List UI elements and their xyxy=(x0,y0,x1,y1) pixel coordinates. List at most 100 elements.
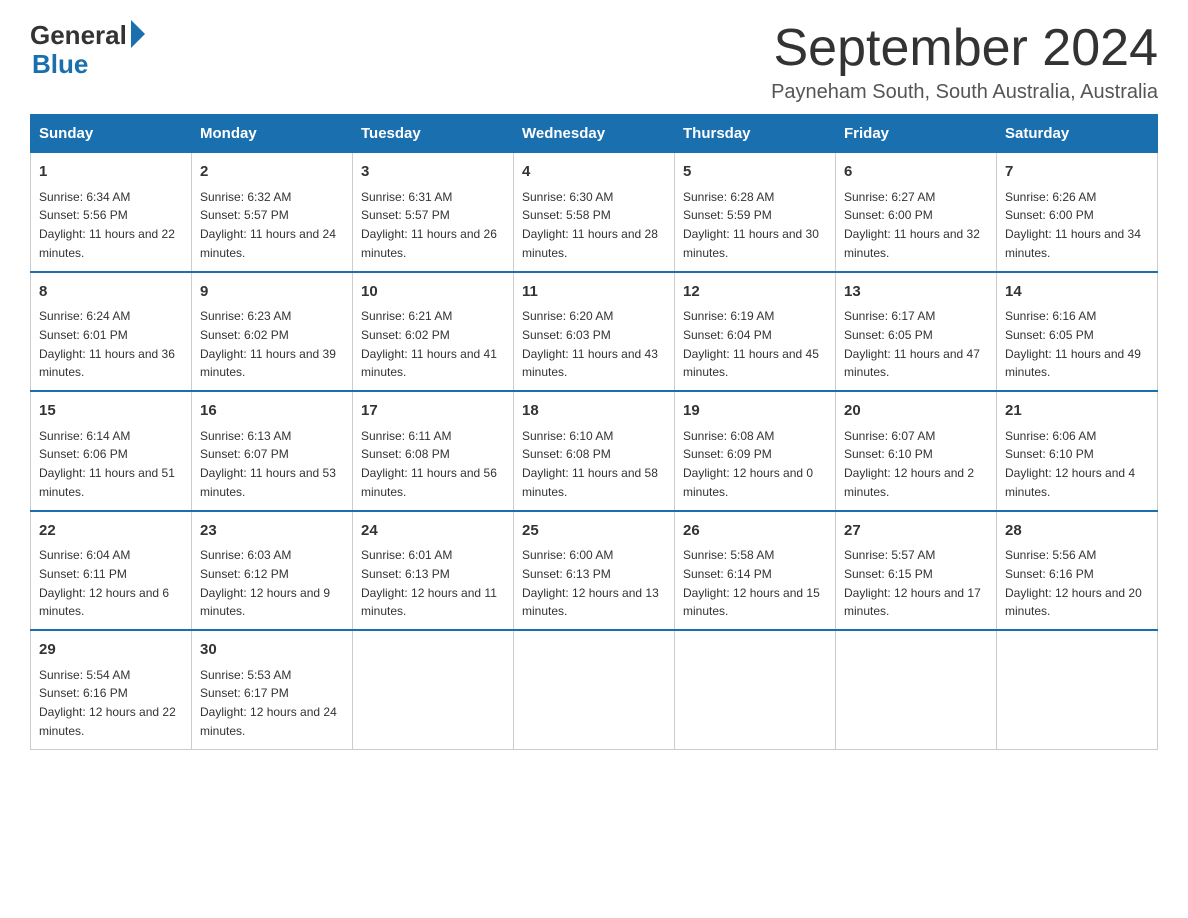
calendar-cell: 1 Sunrise: 6:34 AMSunset: 5:56 PMDayligh… xyxy=(31,153,192,272)
day-number: 21 xyxy=(1005,400,1149,423)
calendar-cell: 8 Sunrise: 6:24 AMSunset: 6:01 PMDayligh… xyxy=(31,272,192,392)
day-number: 16 xyxy=(200,400,344,423)
day-info: Sunrise: 5:56 AMSunset: 6:16 PMDaylight:… xyxy=(1005,548,1142,618)
day-number: 8 xyxy=(39,281,183,304)
day-number: 10 xyxy=(361,281,505,304)
day-number: 20 xyxy=(844,400,988,423)
calendar-cell: 4 Sunrise: 6:30 AMSunset: 5:58 PMDayligh… xyxy=(514,153,675,272)
day-number: 22 xyxy=(39,520,183,543)
calendar-cell: 16 Sunrise: 6:13 AMSunset: 6:07 PMDaylig… xyxy=(192,391,353,511)
day-info: Sunrise: 6:30 AMSunset: 5:58 PMDaylight:… xyxy=(522,190,658,260)
day-info: Sunrise: 6:14 AMSunset: 6:06 PMDaylight:… xyxy=(39,429,175,499)
day-info: Sunrise: 6:03 AMSunset: 6:12 PMDaylight:… xyxy=(200,548,330,618)
day-number: 1 xyxy=(39,161,183,184)
day-info: Sunrise: 5:58 AMSunset: 6:14 PMDaylight:… xyxy=(683,548,820,618)
day-info: Sunrise: 6:27 AMSunset: 6:00 PMDaylight:… xyxy=(844,190,980,260)
calendar-cell: 23 Sunrise: 6:03 AMSunset: 6:12 PMDaylig… xyxy=(192,511,353,631)
day-number: 14 xyxy=(1005,281,1149,304)
day-number: 23 xyxy=(200,520,344,543)
calendar-cell: 2 Sunrise: 6:32 AMSunset: 5:57 PMDayligh… xyxy=(192,153,353,272)
day-info: Sunrise: 6:28 AMSunset: 5:59 PMDaylight:… xyxy=(683,190,819,260)
logo-blue-text: Blue xyxy=(32,49,88,79)
day-number: 17 xyxy=(361,400,505,423)
calendar-cell xyxy=(675,630,836,749)
day-info: Sunrise: 6:21 AMSunset: 6:02 PMDaylight:… xyxy=(361,309,497,379)
calendar-cell: 7 Sunrise: 6:26 AMSunset: 6:00 PMDayligh… xyxy=(997,153,1158,272)
column-header-saturday: Saturday xyxy=(997,115,1158,153)
calendar-cell: 13 Sunrise: 6:17 AMSunset: 6:05 PMDaylig… xyxy=(836,272,997,392)
day-info: Sunrise: 6:31 AMSunset: 5:57 PMDaylight:… xyxy=(361,190,497,260)
calendar-cell: 29 Sunrise: 5:54 AMSunset: 6:16 PMDaylig… xyxy=(31,630,192,749)
day-number: 28 xyxy=(1005,520,1149,543)
day-number: 6 xyxy=(844,161,988,184)
calendar-cell: 14 Sunrise: 6:16 AMSunset: 6:05 PMDaylig… xyxy=(997,272,1158,392)
day-number: 26 xyxy=(683,520,827,543)
month-year-title: September 2024 xyxy=(771,20,1158,77)
title-area: September 2024 Payneham South, South Aus… xyxy=(771,20,1158,104)
day-info: Sunrise: 6:23 AMSunset: 6:02 PMDaylight:… xyxy=(200,309,336,379)
day-info: Sunrise: 5:54 AMSunset: 6:16 PMDaylight:… xyxy=(39,668,176,738)
calendar-cell: 24 Sunrise: 6:01 AMSunset: 6:13 PMDaylig… xyxy=(353,511,514,631)
day-info: Sunrise: 6:20 AMSunset: 6:03 PMDaylight:… xyxy=(522,309,658,379)
day-number: 27 xyxy=(844,520,988,543)
calendar-cell: 17 Sunrise: 6:11 AMSunset: 6:08 PMDaylig… xyxy=(353,391,514,511)
day-number: 30 xyxy=(200,639,344,662)
day-number: 15 xyxy=(39,400,183,423)
day-number: 7 xyxy=(1005,161,1149,184)
day-info: Sunrise: 6:01 AMSunset: 6:13 PMDaylight:… xyxy=(361,548,497,618)
day-info: Sunrise: 6:07 AMSunset: 6:10 PMDaylight:… xyxy=(844,429,974,499)
calendar-week-row: 29 Sunrise: 5:54 AMSunset: 6:16 PMDaylig… xyxy=(31,630,1158,749)
day-info: Sunrise: 6:24 AMSunset: 6:01 PMDaylight:… xyxy=(39,309,175,379)
calendar-cell: 21 Sunrise: 6:06 AMSunset: 6:10 PMDaylig… xyxy=(997,391,1158,511)
day-info: Sunrise: 6:19 AMSunset: 6:04 PMDaylight:… xyxy=(683,309,819,379)
day-info: Sunrise: 6:17 AMSunset: 6:05 PMDaylight:… xyxy=(844,309,980,379)
calendar-cell: 10 Sunrise: 6:21 AMSunset: 6:02 PMDaylig… xyxy=(353,272,514,392)
calendar-week-row: 1 Sunrise: 6:34 AMSunset: 5:56 PMDayligh… xyxy=(31,153,1158,272)
page-header: General Blue September 2024 Payneham Sou… xyxy=(30,20,1158,104)
day-info: Sunrise: 6:26 AMSunset: 6:00 PMDaylight:… xyxy=(1005,190,1141,260)
calendar-week-row: 15 Sunrise: 6:14 AMSunset: 6:06 PMDaylig… xyxy=(31,391,1158,511)
day-number: 11 xyxy=(522,281,666,304)
column-header-friday: Friday xyxy=(836,115,997,153)
column-header-monday: Monday xyxy=(192,115,353,153)
day-number: 25 xyxy=(522,520,666,543)
day-number: 24 xyxy=(361,520,505,543)
logo-area: General Blue xyxy=(30,20,145,80)
calendar-cell: 5 Sunrise: 6:28 AMSunset: 5:59 PMDayligh… xyxy=(675,153,836,272)
calendar-cell: 19 Sunrise: 6:08 AMSunset: 6:09 PMDaylig… xyxy=(675,391,836,511)
calendar-cell xyxy=(997,630,1158,749)
day-info: Sunrise: 6:10 AMSunset: 6:08 PMDaylight:… xyxy=(522,429,658,499)
calendar-cell: 11 Sunrise: 6:20 AMSunset: 6:03 PMDaylig… xyxy=(514,272,675,392)
calendar-cell xyxy=(836,630,997,749)
calendar-cell: 3 Sunrise: 6:31 AMSunset: 5:57 PMDayligh… xyxy=(353,153,514,272)
day-number: 13 xyxy=(844,281,988,304)
day-info: Sunrise: 6:13 AMSunset: 6:07 PMDaylight:… xyxy=(200,429,336,499)
logo: General xyxy=(30,20,145,51)
calendar-cell: 25 Sunrise: 6:00 AMSunset: 6:13 PMDaylig… xyxy=(514,511,675,631)
day-info: Sunrise: 6:00 AMSunset: 6:13 PMDaylight:… xyxy=(522,548,659,618)
calendar-cell: 28 Sunrise: 5:56 AMSunset: 6:16 PMDaylig… xyxy=(997,511,1158,631)
column-header-thursday: Thursday xyxy=(675,115,836,153)
day-info: Sunrise: 5:57 AMSunset: 6:15 PMDaylight:… xyxy=(844,548,981,618)
calendar-cell: 18 Sunrise: 6:10 AMSunset: 6:08 PMDaylig… xyxy=(514,391,675,511)
calendar-week-row: 8 Sunrise: 6:24 AMSunset: 6:01 PMDayligh… xyxy=(31,272,1158,392)
calendar-cell xyxy=(353,630,514,749)
calendar-cell: 26 Sunrise: 5:58 AMSunset: 6:14 PMDaylig… xyxy=(675,511,836,631)
column-header-tuesday: Tuesday xyxy=(353,115,514,153)
day-info: Sunrise: 6:11 AMSunset: 6:08 PMDaylight:… xyxy=(361,429,497,499)
day-info: Sunrise: 6:34 AMSunset: 5:56 PMDaylight:… xyxy=(39,190,175,260)
day-number: 5 xyxy=(683,161,827,184)
calendar-cell: 9 Sunrise: 6:23 AMSunset: 6:02 PMDayligh… xyxy=(192,272,353,392)
calendar-header-row: SundayMondayTuesdayWednesdayThursdayFrid… xyxy=(31,115,1158,153)
calendar-cell: 22 Sunrise: 6:04 AMSunset: 6:11 PMDaylig… xyxy=(31,511,192,631)
day-info: Sunrise: 6:32 AMSunset: 5:57 PMDaylight:… xyxy=(200,190,336,260)
calendar-cell: 30 Sunrise: 5:53 AMSunset: 6:17 PMDaylig… xyxy=(192,630,353,749)
day-number: 18 xyxy=(522,400,666,423)
calendar-week-row: 22 Sunrise: 6:04 AMSunset: 6:11 PMDaylig… xyxy=(31,511,1158,631)
calendar-cell: 12 Sunrise: 6:19 AMSunset: 6:04 PMDaylig… xyxy=(675,272,836,392)
calendar-table: SundayMondayTuesdayWednesdayThursdayFrid… xyxy=(30,114,1158,750)
calendar-cell xyxy=(514,630,675,749)
day-number: 3 xyxy=(361,161,505,184)
day-number: 19 xyxy=(683,400,827,423)
logo-general-text: General xyxy=(30,20,127,51)
